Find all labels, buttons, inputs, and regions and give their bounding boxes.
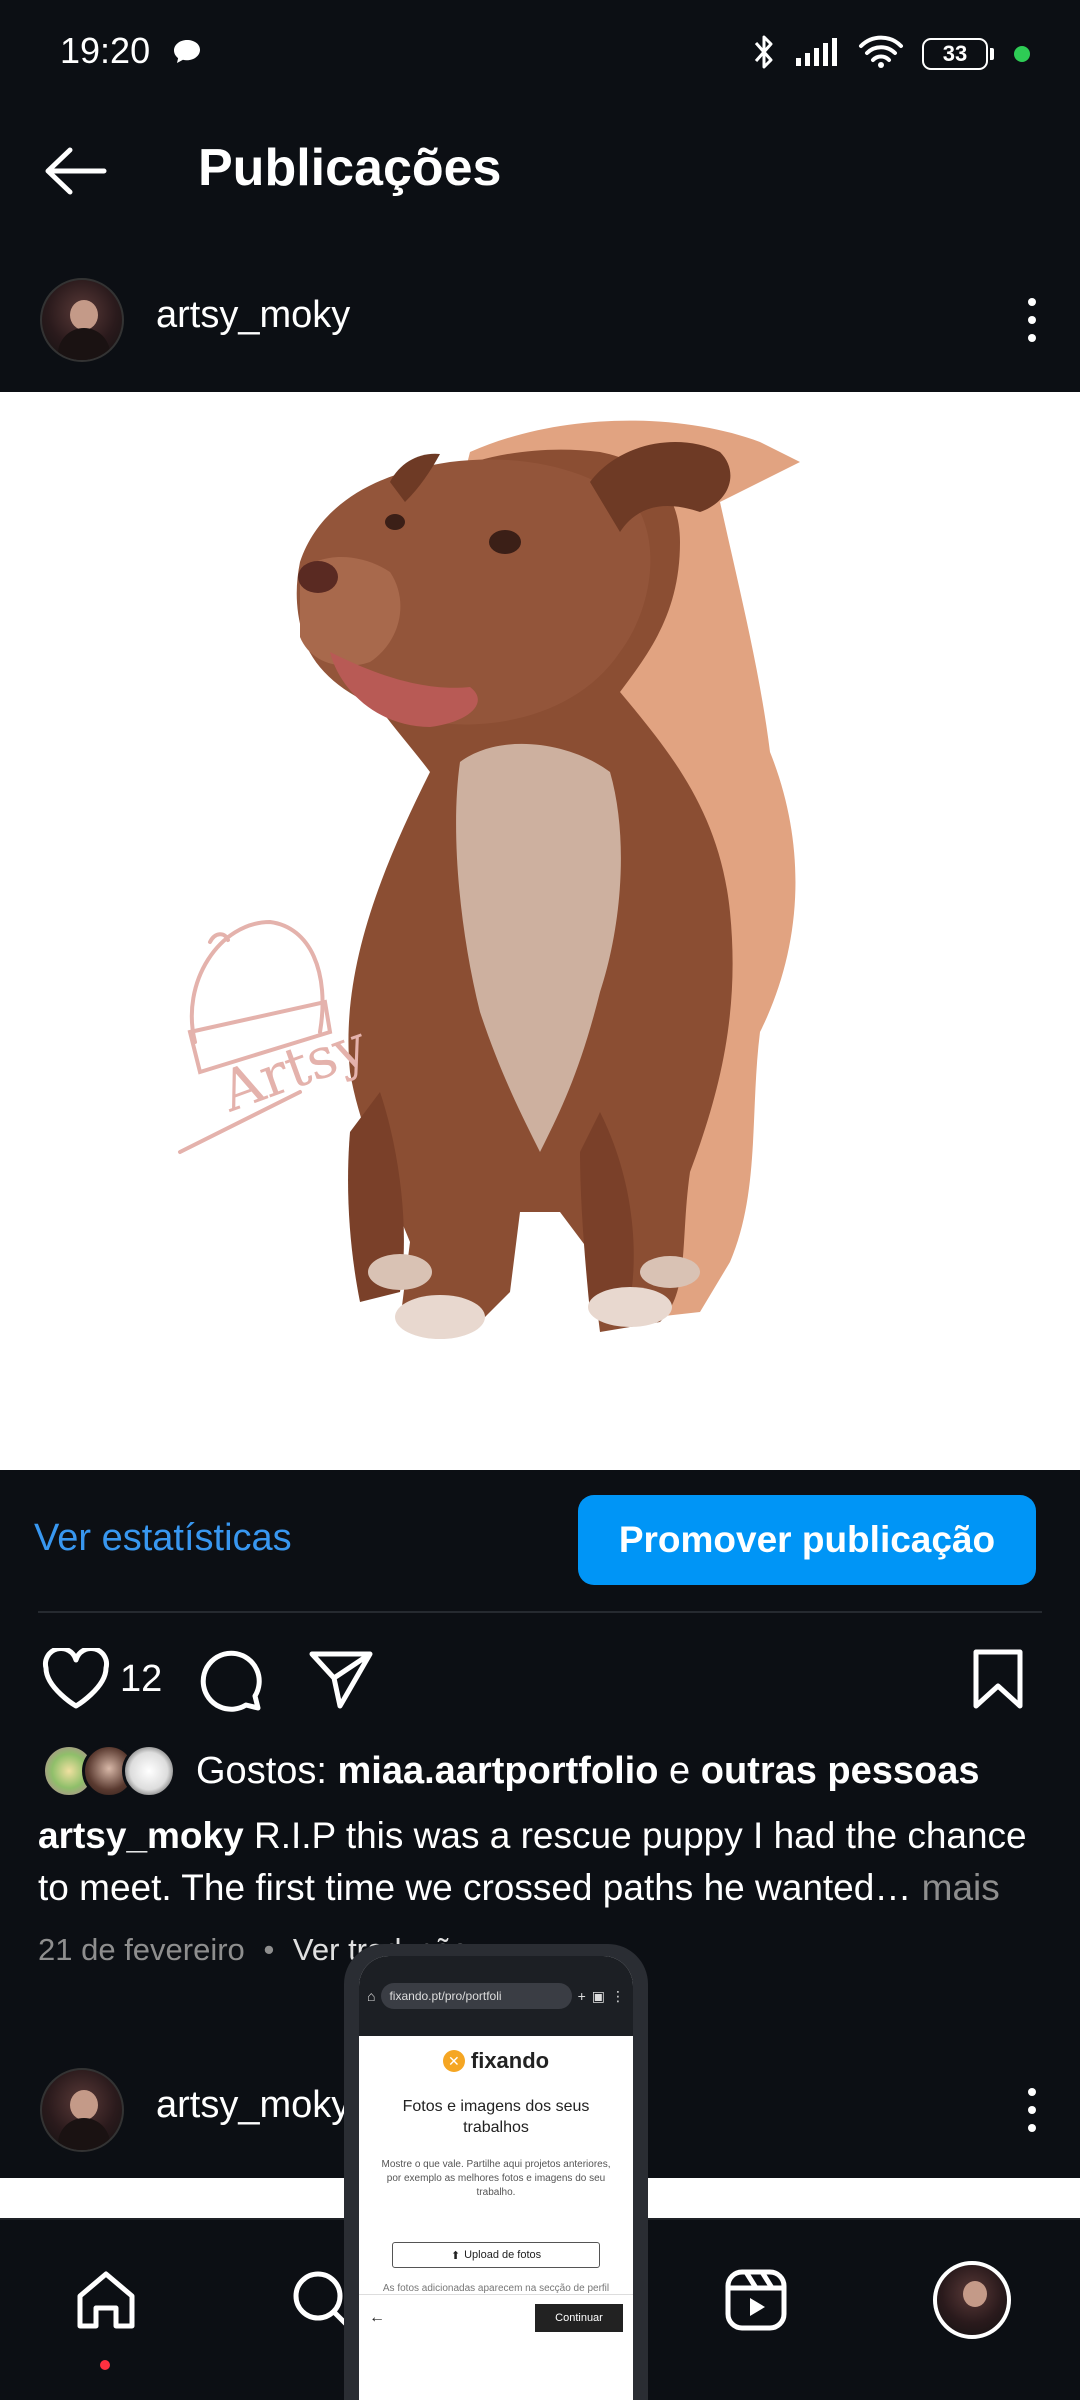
avatar[interactable] [40, 278, 124, 362]
status-time: 19:20 [60, 30, 151, 71]
battery-icon: 33 [922, 38, 994, 70]
profile-avatar [933, 2261, 1011, 2339]
heart-icon[interactable] [42, 1646, 110, 1715]
liker-avatars [42, 1744, 182, 1800]
caption-username[interactable]: artsy_moky [38, 1815, 244, 1856]
upload-label: Upload de fotos [464, 2249, 542, 2261]
new-tab-icon[interactable]: + [578, 1988, 586, 2004]
artist-signature-logo: Artsy [178, 919, 377, 1154]
post-username[interactable]: artsy_moky [156, 294, 350, 337]
profile-tab[interactable] [932, 2260, 1012, 2340]
liker-avatar [122, 1744, 176, 1798]
avatar[interactable] [40, 2068, 124, 2152]
post-actions: 12 [0, 1640, 1080, 1720]
signal-icon [794, 36, 840, 73]
stats-row: Ver estatísticas Promover publicação [0, 1495, 1080, 1585]
more-options-icon[interactable] [1012, 290, 1052, 350]
upload-icon: ⬆ [450, 2249, 461, 2262]
pip-heading: Fotos e imagens dos seus trabalhos [402, 2098, 590, 2136]
share-icon[interactable] [308, 1648, 374, 1715]
likes-others[interactable]: outras pessoas [701, 1750, 980, 1792]
chat-bubble-icon [172, 38, 202, 69]
next-post-username[interactable]: artsy_moky [156, 2084, 350, 2127]
likes-row[interactable]: Gostos: miaa.aartportfolio e outras pess… [0, 1742, 1080, 1802]
likes-prefix: Gostos: [196, 1750, 327, 1792]
divider [38, 1611, 1042, 1613]
browser-toolbar: ⌂ fixando.pt/pro/portfoli + ▣ ⋮ [359, 1956, 633, 2036]
like-count: 12 [120, 1658, 163, 1700]
pip-body: Mostre o que vale. Partilhe aqui projeto… [381, 2159, 611, 2198]
meta-separator: • [263, 1932, 275, 1967]
promote-post-button[interactable]: Promover publicação [578, 1495, 1036, 1585]
likes-connector: e [669, 1750, 691, 1792]
floating-browser-window[interactable]: ⌂ fixando.pt/pro/portfoli + ▣ ⋮ ✕ fixand… [344, 1944, 648, 2400]
fixando-logo-icon: ✕ [442, 2050, 465, 2072]
status-bar: 19:20 33 [0, 0, 1080, 110]
reels-icon[interactable] [716, 2260, 796, 2340]
status-icons: 33 [752, 30, 1030, 78]
post-header: artsy_moky [0, 270, 1080, 370]
wifi-icon [858, 35, 904, 74]
menu-icon[interactable]: ⋮ [611, 1988, 625, 2005]
bookmark-icon[interactable] [970, 1648, 1026, 1715]
more-options-icon[interactable] [1012, 2080, 1052, 2140]
likes-text: Gostos: miaa.aartportfolio e outras pess… [196, 1750, 980, 1793]
post-date: 21 de fevereiro [38, 1932, 245, 1967]
tabs-icon[interactable]: ▣ [592, 1988, 605, 2005]
home-icon[interactable] [66, 2260, 146, 2340]
view-insights-link[interactable]: Ver estatísticas [34, 1517, 292, 1560]
bluetooth-icon [752, 33, 776, 76]
svg-text:Artsy: Artsy [212, 1013, 377, 1126]
arrow-left-icon[interactable] [40, 142, 112, 200]
caption-more-link[interactable]: mais [922, 1867, 1000, 1908]
fixando-brand-text: fixando [470, 2048, 550, 2073]
floating-window-content: ⌂ fixando.pt/pro/portfoli + ▣ ⋮ ✕ fixand… [359, 1956, 633, 2400]
top-bar: Publicações [0, 120, 1080, 220]
post-image[interactable]: Artsy [0, 392, 1080, 1470]
post-caption: artsy_moky R.I.P this was a rescue puppy… [38, 1810, 1048, 1914]
browser-url[interactable]: fixando.pt/pro/portfoli [381, 1983, 572, 2009]
fixando-logo: ✕ fixando [359, 2048, 633, 2074]
comment-icon[interactable] [198, 1648, 264, 1719]
upload-photos-button[interactable]: ⬆ Upload de fotos [392, 2242, 600, 2268]
pip-footer: ← Continuar [359, 2294, 633, 2340]
continue-button[interactable]: Continuar [535, 2303, 623, 2332]
likes-user[interactable]: miaa.aartportfolio [338, 1750, 659, 1792]
privacy-indicator-dot [1014, 46, 1030, 62]
page-title: Publicações [198, 139, 502, 197]
notification-dot [100, 2360, 110, 2370]
home-icon[interactable]: ⌂ [367, 1988, 375, 2004]
back-arrow-icon[interactable]: ← [369, 2309, 385, 2327]
